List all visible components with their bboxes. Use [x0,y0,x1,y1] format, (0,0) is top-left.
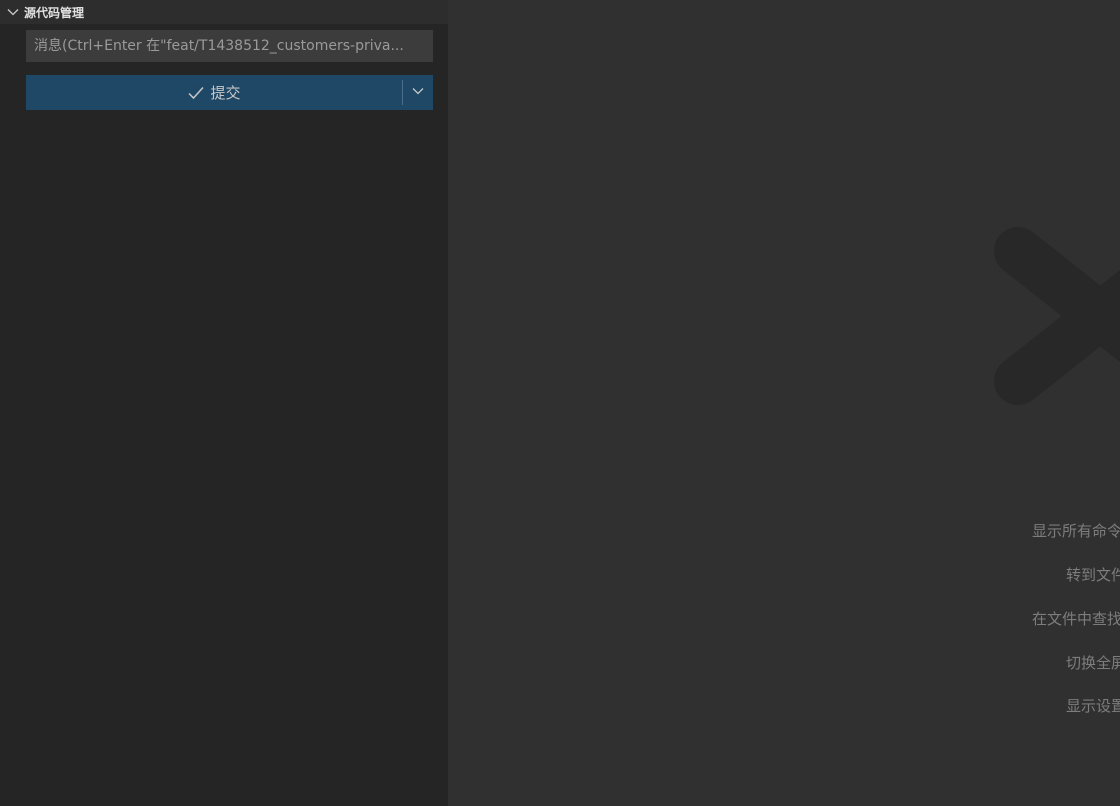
commit-button[interactable]: 提交 [26,75,402,110]
commit-button-group: 提交 [26,75,433,110]
shortcut-toggle-fullscreen: 切换全屏 [1066,654,1120,672]
source-control-section-header[interactable]: 源代码管理 [0,0,448,24]
shortcut-find-in-files: 在文件中查找 [1032,610,1120,628]
editor-empty-area: 显示所有命令 转到文件 在文件中查找 切换全屏 显示设置 [448,0,1120,806]
section-title: 源代码管理 [24,5,85,20]
app-window: 源代码管理 提交 [0,0,1120,806]
commit-message-input[interactable] [26,30,433,62]
source-control-sidebar: 源代码管理 提交 [0,0,448,806]
commit-button-label: 提交 [210,84,241,102]
chevron-down-icon [411,83,425,102]
shortcut-show-settings: 显示设置 [1066,697,1120,715]
shortcut-go-to-file: 转到文件 [1066,566,1120,584]
vscode-logo-watermark-icon [982,221,1120,415]
chevron-down-icon[interactable] [2,1,24,23]
check-icon [187,85,205,101]
shortcut-show-all-commands: 显示所有命令 [1032,522,1120,540]
commit-dropdown-button[interactable] [403,75,433,110]
